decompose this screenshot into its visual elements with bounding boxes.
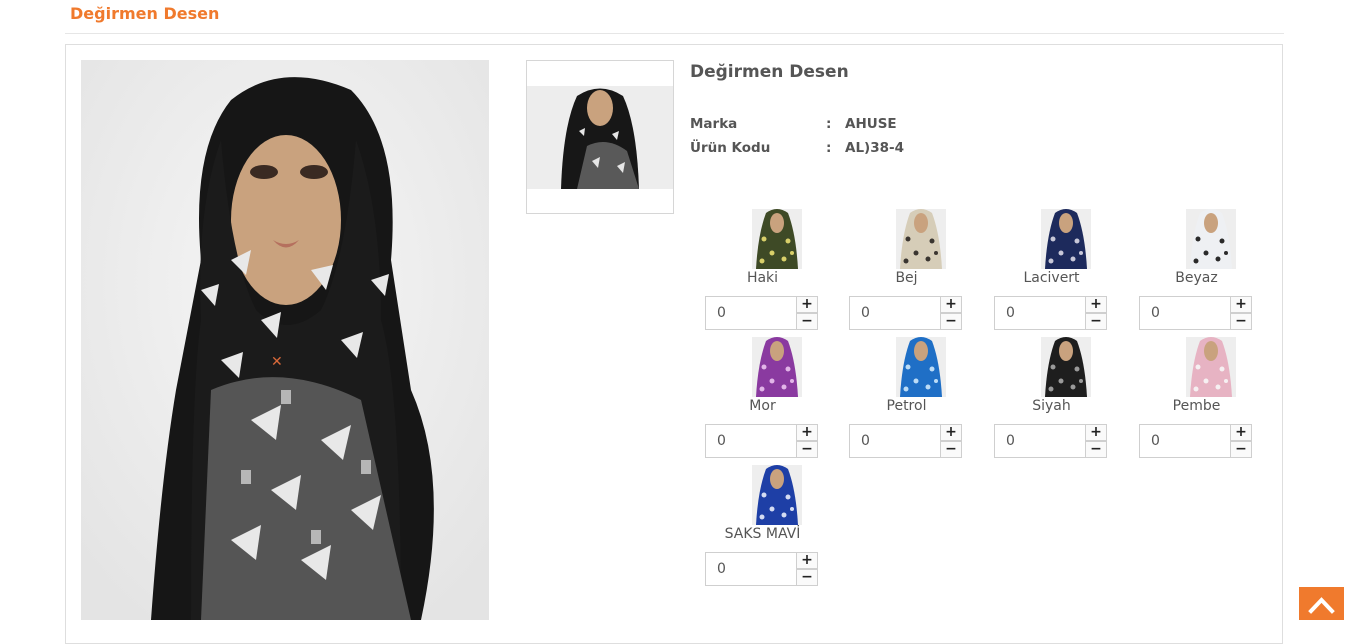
increment-button[interactable]: + — [796, 424, 818, 441]
decrement-button[interactable]: − — [796, 441, 818, 458]
product-name: Değirmen Desen — [690, 62, 849, 82]
mannequin-scarf-illustration: ✕ — [81, 60, 489, 620]
variant-name: Bej — [895, 270, 918, 286]
quantity-stepper: + − — [705, 296, 819, 330]
quantity-input[interactable] — [994, 424, 1086, 458]
color-variant: Mor + − — [705, 337, 850, 465]
variant-name: Petrol — [886, 398, 927, 414]
decrement-button[interactable]: − — [1230, 441, 1252, 458]
color-variant: Petrol + − — [849, 337, 994, 465]
quantity-stepper: + − — [994, 424, 1108, 458]
increment-button[interactable]: + — [1230, 296, 1252, 313]
variant-name: SAKS MAVİ — [724, 526, 801, 542]
decrement-button[interactable]: − — [940, 441, 962, 458]
quantity-stepper: + − — [994, 296, 1108, 330]
variant-swatch-image[interactable] — [752, 337, 802, 397]
color-variant: Lacivert + − — [994, 209, 1139, 337]
decrement-button[interactable]: − — [1085, 313, 1107, 330]
main-product-image[interactable]: ✕ — [81, 60, 489, 620]
increment-button[interactable]: + — [1085, 296, 1107, 313]
quantity-stepper: + − — [1139, 424, 1253, 458]
spec-label: Marka — [690, 116, 738, 132]
spec-value: AHUSE — [845, 116, 897, 132]
color-variant: Bej + − — [849, 209, 994, 337]
variant-swatch-image[interactable] — [896, 209, 946, 269]
decrement-button[interactable]: − — [1230, 313, 1252, 330]
spec-separator: : — [826, 116, 832, 132]
variant-name: Haki — [746, 270, 779, 286]
variant-swatch-image[interactable] — [1186, 337, 1236, 397]
variant-swatch-image[interactable] — [752, 209, 802, 269]
increment-button[interactable]: + — [796, 552, 818, 569]
variant-name: Siyah — [1032, 398, 1071, 414]
quantity-stepper: + − — [849, 296, 963, 330]
quantity-input[interactable] — [705, 424, 797, 458]
spec-value: AL)38-4 — [845, 140, 905, 156]
variant-swatch-image[interactable] — [752, 465, 802, 525]
variant-name: Mor — [749, 398, 776, 414]
quantity-stepper: + − — [1139, 296, 1253, 330]
decrement-button[interactable]: − — [940, 313, 962, 330]
variant-name: Beyaz — [1175, 270, 1218, 286]
variant-name: Lacivert — [1023, 270, 1080, 286]
quantity-stepper: + − — [849, 424, 963, 458]
decrement-button[interactable]: − — [796, 569, 818, 586]
decrement-button[interactable]: − — [1085, 441, 1107, 458]
quantity-input[interactable] — [705, 296, 797, 330]
product-thumbnail[interactable] — [526, 60, 674, 214]
variant-swatch-image[interactable] — [1186, 209, 1236, 269]
color-variant: Pembe + − — [1139, 337, 1284, 465]
chevron-up-icon — [1308, 597, 1335, 614]
increment-button[interactable]: + — [796, 296, 818, 313]
increment-button[interactable]: + — [1230, 424, 1252, 441]
color-variant: Siyah + − — [994, 337, 1139, 465]
variant-swatch-image[interactable] — [896, 337, 946, 397]
increment-button[interactable]: + — [940, 424, 962, 441]
quantity-input[interactable] — [1139, 424, 1231, 458]
quantity-stepper: + − — [705, 424, 819, 458]
color-variant: Beyaz + − — [1139, 209, 1284, 337]
decrement-button[interactable]: − — [796, 313, 818, 330]
quantity-input[interactable] — [849, 296, 941, 330]
svg-text:✕: ✕ — [271, 354, 283, 370]
spec-separator: : — [826, 140, 832, 156]
quantity-input[interactable] — [994, 296, 1086, 330]
page-title: Değirmen Desen — [70, 4, 220, 23]
title-divider — [65, 33, 1284, 34]
thumbnail-image — [527, 86, 673, 189]
variant-name: Pembe — [1172, 398, 1221, 414]
increment-button[interactable]: + — [1085, 424, 1107, 441]
quantity-stepper: + − — [705, 552, 819, 586]
scroll-to-top-button[interactable] — [1299, 587, 1344, 620]
color-variant: SAKS MAVİ + − — [705, 465, 850, 593]
spec-label: Ürün Kodu — [690, 140, 771, 156]
quantity-input[interactable] — [849, 424, 941, 458]
quantity-input[interactable] — [705, 552, 797, 586]
quantity-input[interactable] — [1139, 296, 1231, 330]
variant-swatch-image[interactable] — [1041, 337, 1091, 397]
color-variant: Haki + − — [705, 209, 850, 337]
increment-button[interactable]: + — [940, 296, 962, 313]
variant-swatch-image[interactable] — [1041, 209, 1091, 269]
